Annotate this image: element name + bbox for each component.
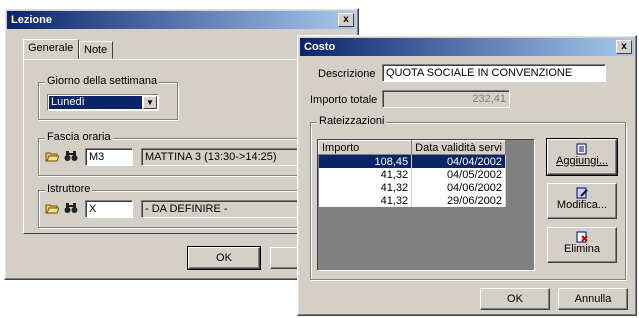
aggiungi-button[interactable]: Aggiungi... [546, 138, 618, 176]
binoculars-icon[interactable] [64, 202, 78, 214]
giorno-value: Lunedì [49, 96, 142, 109]
fascia-label: Fascia oraria [45, 131, 113, 143]
edit-document-icon [575, 187, 589, 199]
add-document-icon [575, 143, 589, 155]
lezione-tabs: Generale Note [23, 39, 343, 61]
table-row[interactable]: 41,32 04/06/2002 [318, 181, 506, 194]
istruttore-code-input[interactable]: X [85, 200, 133, 218]
costo-titlebar[interactable]: Costo x [300, 38, 634, 56]
column-header-data[interactable]: Data validità servi [411, 140, 506, 155]
rateizzazioni-label: Rateizzazioni [317, 115, 387, 127]
delete-document-icon [575, 231, 589, 243]
column-header-importo[interactable]: Importo [318, 140, 413, 155]
istruttore-label: Istruttore [45, 183, 93, 195]
fascia-code-input[interactable]: M3 [85, 148, 133, 166]
table-header: Importo Data validità servi [318, 140, 506, 155]
lezione-titlebar[interactable]: Lezione x [7, 11, 356, 29]
costo-window: Costo x Descrizione QUOTA SOCIALE IN CON… [297, 35, 637, 316]
costo-ok-button[interactable]: OK [480, 288, 550, 310]
lezione-tab-page: Giorno della settimana Lunedì ▼ Fascia o… [23, 59, 343, 234]
fascia-group: Fascia oraria M3 MATTINA 3 (13:30->14:25… [38, 131, 334, 176]
elimina-button[interactable]: Elimina [547, 227, 617, 263]
giorno-select[interactable]: Lunedì ▼ [47, 94, 159, 111]
costo-close-button[interactable]: x [616, 40, 632, 54]
descrizione-input[interactable]: QUOTA SOCIALE IN CONVENZIONE [382, 64, 606, 82]
rateizzazioni-group: Rateizzazioni Importo Data validità serv… [310, 115, 626, 280]
tab-note[interactable]: Note [79, 41, 113, 59]
importo-totale-field: 232,41 [382, 90, 510, 108]
tab-generale[interactable]: Generale [23, 39, 79, 59]
chevron-down-icon[interactable]: ▼ [143, 96, 157, 109]
table-row[interactable]: 41,32 04/05/2002 [318, 168, 506, 181]
lezione-ok-button[interactable]: OK [187, 246, 261, 270]
table-row[interactable]: 108,45 04/04/2002 [318, 154, 506, 168]
rateizzazioni-grid[interactable]: Importo Data validità servi 108,45 04/04… [317, 139, 535, 271]
descrizione-label: Descrizione [318, 68, 376, 80]
binoculars-icon[interactable] [64, 150, 78, 162]
istruttore-group: Istruttore X - DA DEFINIRE - [38, 183, 334, 228]
lezione-title: Lezione [11, 14, 52, 26]
costo-annulla-button[interactable]: Annulla [558, 288, 628, 310]
modifica-button[interactable]: Modifica... [547, 183, 617, 219]
costo-title: Costo [304, 41, 336, 53]
importo-totale-label: Importo totale [310, 94, 378, 106]
giorno-label: Giorno della settimana [45, 75, 160, 87]
open-folder-icon[interactable] [45, 150, 60, 162]
rateizzazioni-table: Importo Data validità servi 108,45 04/04… [318, 140, 506, 207]
lezione-close-button[interactable]: x [338, 13, 354, 27]
open-folder-icon[interactable] [45, 202, 60, 214]
giorno-group: Giorno della settimana Lunedì ▼ [38, 75, 178, 120]
table-row[interactable]: 41,32 29/06/2002 [318, 194, 506, 207]
